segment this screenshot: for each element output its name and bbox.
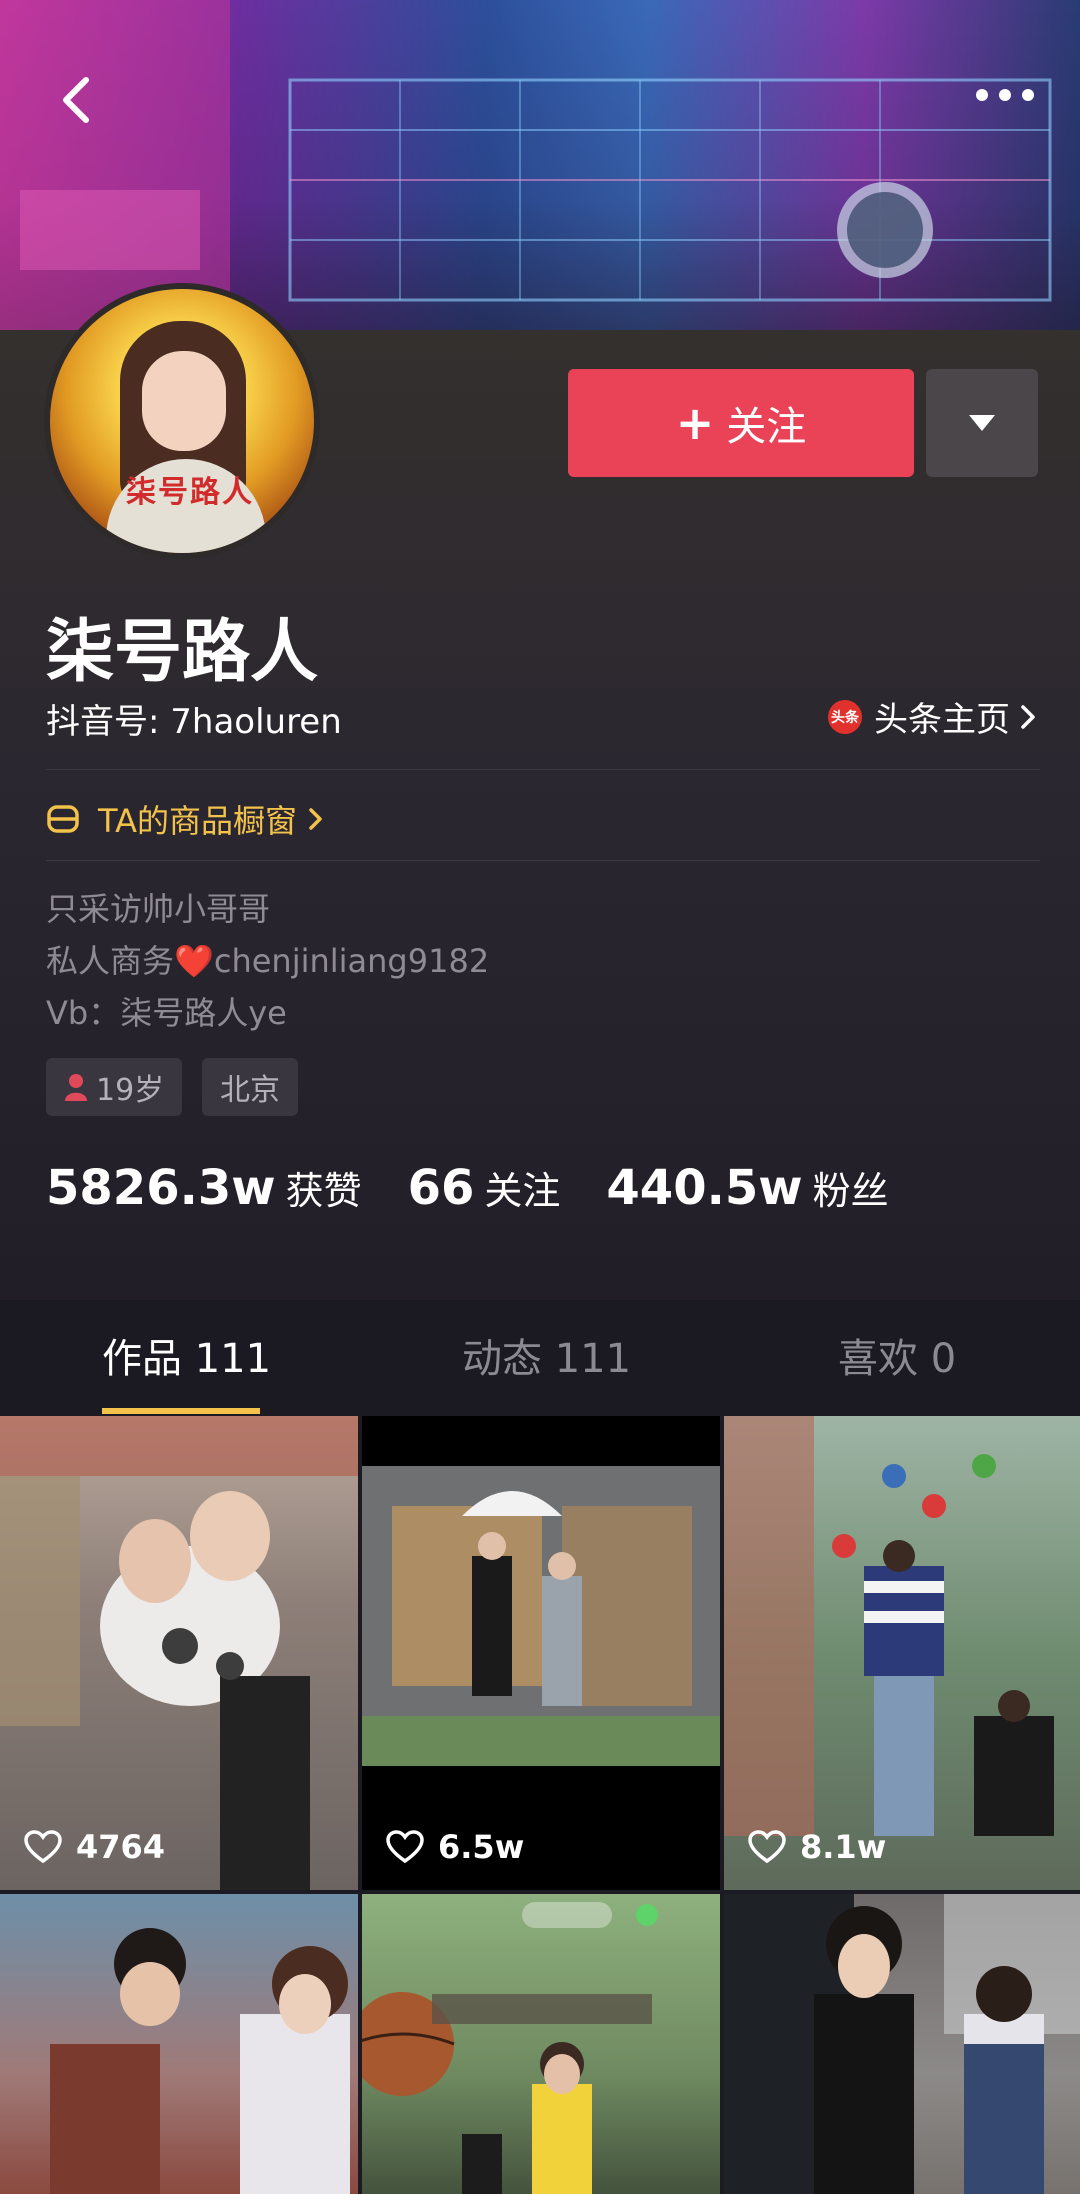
video-grid: 4764 6.5w 8.1w (0, 1416, 1080, 2194)
toutiao-logo-icon: 头条 (828, 699, 862, 734)
stat-label: 关注 (484, 1169, 561, 1213)
like-count-value: 4764 (76, 1828, 166, 1866)
video-thumbnail[interactable]: 8.1w (724, 1416, 1080, 1890)
avatar[interactable]: 柒号路人 (44, 283, 320, 559)
thumbnail-scene (724, 1416, 1054, 1836)
profile-name: 柒号路人 (46, 613, 319, 692)
video-thumbnail[interactable]: 6.5w (362, 1416, 720, 1890)
like-count: 4764 (24, 1828, 165, 1866)
thumbnail-scene (362, 1466, 720, 1766)
location-label: 北京 (220, 1073, 280, 1108)
triangle-down-icon (969, 415, 995, 431)
stat-likes: 5826.3w 获赞 (46, 1160, 362, 1216)
video-thumbnail[interactable] (362, 1894, 720, 2194)
chevron-right-icon (1021, 704, 1035, 729)
shop-window-label: TA的商品橱窗 (98, 802, 297, 840)
video-thumbnail[interactable] (0, 1894, 358, 2194)
video-thumbnail[interactable]: 4764 (0, 1416, 358, 1890)
more-dots-icon[interactable] (970, 75, 1040, 115)
video-thumbnail[interactable] (724, 1894, 1080, 2194)
tab-works[interactable]: 作品 111 (102, 1326, 271, 1384)
age-tag: 19岁 (46, 1058, 183, 1116)
stat-value: 66 (407, 1160, 475, 1216)
location-tag: 北京 (202, 1058, 298, 1116)
stat-following[interactable]: 66 关注 (408, 1160, 561, 1216)
tab-likes[interactable]: 喜欢 0 (838, 1326, 956, 1384)
thumbnail-scene (362, 1902, 658, 2194)
douyin-id: 抖音号: 7haoluren (46, 702, 342, 742)
bio-line: 只采访帅小哥哥 (46, 890, 271, 928)
toutiao-homepage-link[interactable]: 头条 头条主页 (828, 692, 1038, 741)
bio-line: 私人商务❤️chenjinliang9182 (46, 942, 490, 980)
stat-label: 获赞 (285, 1169, 362, 1213)
stat-value: 5826.3w (46, 1160, 276, 1216)
divider (46, 860, 1040, 861)
like-count-value: 6.5w (438, 1828, 525, 1866)
like-count-value: 8.1w (800, 1828, 887, 1866)
stat-value: 440.5w (606, 1160, 803, 1216)
thumbnail-scene (0, 1416, 358, 1890)
person-icon (65, 1074, 87, 1101)
back-icon[interactable] (48, 70, 108, 130)
bio-line: Vb：柒号路人ye (46, 994, 287, 1032)
stats-row: 5826.3w 获赞 66 关注 440.5w 粉丝 (46, 1160, 935, 1216)
stat-label: 粉丝 (812, 1169, 889, 1213)
age-label: 19岁 (96, 1073, 165, 1108)
profile-tabs: 作品 111 动态 111 喜欢 0 (0, 1300, 1080, 1416)
follow-button[interactable]: + 关注 (568, 369, 914, 477)
like-count: 6.5w (386, 1828, 524, 1866)
heart-outline-icon (386, 1830, 424, 1864)
tab-moments[interactable]: 动态 111 (462, 1326, 631, 1384)
follow-button-label: 关注 (726, 404, 807, 450)
like-count: 8.1w (748, 1828, 886, 1866)
header-banner-decoration (0, 0, 1052, 330)
thumbnail-scene (724, 1894, 1080, 2194)
shop-bag-icon (47, 805, 79, 833)
recommend-dropdown-button[interactable] (926, 369, 1038, 477)
thumbnail-scene (50, 1928, 350, 2194)
tab-indicator (102, 1408, 260, 1414)
divider (46, 769, 1040, 770)
stat-followers[interactable]: 440.5w 粉丝 (606, 1160, 888, 1216)
chevron-right-icon (309, 808, 322, 830)
heart-outline-icon (24, 1830, 62, 1864)
plus-icon: + (675, 396, 715, 450)
toutiao-label: 头条主页 (874, 700, 1010, 740)
shop-window-link[interactable]: TA的商品橱窗 (46, 796, 343, 842)
avatar-caption: 柒号路人 (126, 475, 254, 510)
heart-outline-icon (748, 1830, 786, 1864)
